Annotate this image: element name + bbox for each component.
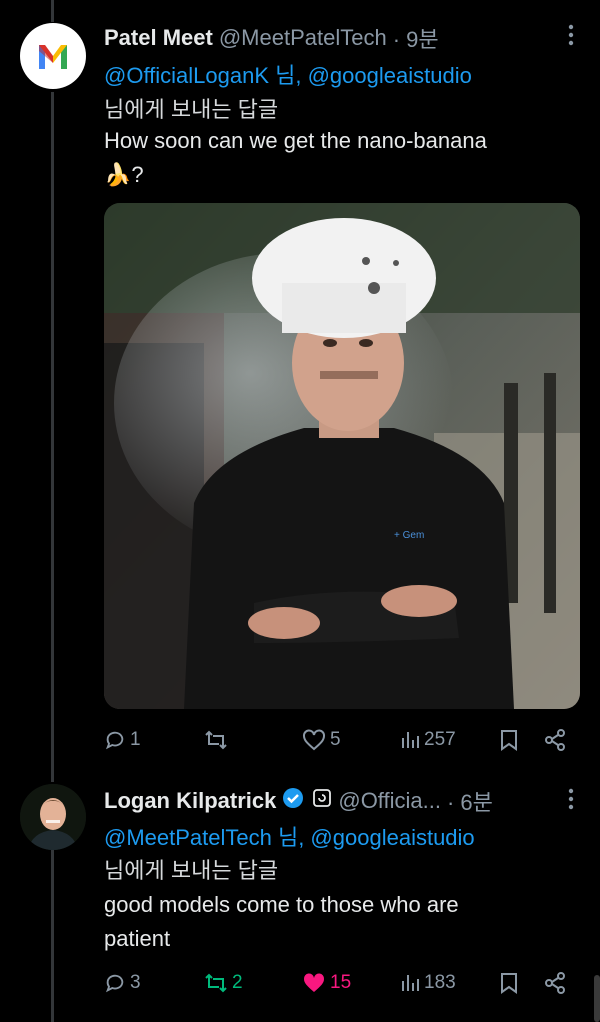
tweet2-reply-suffix: 님에게 보내는 답글	[104, 858, 279, 883]
thread-line-middle	[51, 92, 54, 782]
tweet2-timestamp[interactable]: · 6분	[447, 785, 493, 817]
svg-text:+ Gem: + Gem	[394, 530, 424, 541]
bookmark-icon	[501, 973, 517, 994]
verified-badge-icon	[282, 787, 304, 815]
tweet1-reply-button[interactable]: 1	[104, 725, 141, 755]
repost-icon	[205, 730, 227, 750]
gmail-logo-icon	[39, 45, 67, 69]
tweet1-author-handle[interactable]: @MeetPatelTech	[219, 25, 387, 51]
tweet1-reply-count: 1	[130, 729, 141, 750]
tweet2-text: good models come to those who are patien…	[104, 888, 574, 956]
tweet2-like-button[interactable]: 15	[302, 968, 351, 998]
share-icon	[545, 972, 565, 994]
tweet2-text-line1: good models come to those who are	[104, 892, 459, 917]
tweet2-share-button[interactable]	[544, 968, 566, 998]
repost-icon	[205, 973, 227, 993]
tweet2-more-icon[interactable]	[568, 788, 574, 810]
tweet2-reply-button[interactable]: 3	[104, 968, 141, 998]
tweet1-bookmark-button[interactable]	[500, 725, 518, 755]
tweet2-action-bar: 3 2 15 183	[104, 968, 570, 998]
tweet2-header: Logan Kilpatrick @Officia... · 6분	[104, 785, 493, 817]
bookmark-icon	[501, 730, 517, 751]
tweet1-timestamp[interactable]: · 9분	[393, 22, 439, 54]
tweet1-like-count: 5	[330, 729, 341, 750]
chef-photo-illustration: + Gem	[104, 203, 580, 709]
tweet1-reply-to[interactable]: @OfficialLoganK 님, @googleaistudio	[104, 58, 472, 90]
thread-line-bottom	[51, 850, 54, 1022]
tweet1-author-name[interactable]: Patel Meet	[104, 25, 213, 51]
reply-icon	[105, 974, 124, 993]
tweet2-author-handle[interactable]: @Officia...	[338, 788, 441, 814]
tweet1-views-button[interactable]: 257	[400, 725, 456, 755]
tweet2-reply-count: 3	[130, 972, 141, 993]
tweet2-view-count: 183	[424, 972, 456, 993]
tweet2-author-name[interactable]: Logan Kilpatrick	[104, 788, 276, 814]
person-avatar-icon	[20, 784, 86, 850]
avatar-patel-meet[interactable]	[20, 23, 86, 89]
tweet1-repost-button[interactable]	[204, 725, 232, 755]
tweet2-repost-count: 2	[232, 972, 243, 993]
share-icon	[545, 729, 565, 751]
tweet1-text-line2: 🍌?	[104, 162, 144, 187]
views-chart-icon	[402, 975, 419, 991]
tweet2-text-line2: patient	[104, 926, 171, 951]
avatar-logan-kilpatrick[interactable]	[20, 784, 86, 850]
scrollbar-thumb[interactable]	[594, 975, 600, 1022]
tweet2-reply-to[interactable]: @MeetPatelTech 님, @googleaistudio	[104, 820, 475, 852]
heart-icon	[303, 729, 325, 751]
heart-filled-icon	[303, 973, 325, 992]
tweet1-action-bar: 1 5 257	[104, 725, 570, 755]
tweet1-media-image[interactable]: + Gem	[104, 203, 580, 709]
tweet1-header: Patel Meet @MeetPatelTech · 9분	[104, 22, 439, 54]
affiliate-badge-icon	[312, 788, 332, 814]
tweet1-more-icon[interactable]	[568, 24, 574, 46]
tweet2-bookmark-button[interactable]	[500, 968, 518, 998]
tweet1-reply-suffix: 님에게 보내는 답글	[104, 97, 279, 122]
tweet2-like-count: 15	[330, 972, 352, 993]
tweet2-views-button[interactable]: 183	[400, 968, 456, 998]
views-chart-icon	[402, 732, 419, 748]
reply-icon	[105, 731, 124, 750]
tweet1-share-button[interactable]	[544, 725, 566, 755]
tweet1-like-button[interactable]: 5	[302, 725, 341, 755]
tweet1-view-count: 257	[424, 729, 456, 750]
tweet1-text: How soon can we get the nano-banana 🍌?	[104, 124, 574, 192]
tweet2-repost-button[interactable]: 2	[204, 968, 243, 998]
thread-line-top	[51, 0, 54, 22]
tweet1-text-line1: How soon can we get the nano-banana	[104, 128, 487, 153]
